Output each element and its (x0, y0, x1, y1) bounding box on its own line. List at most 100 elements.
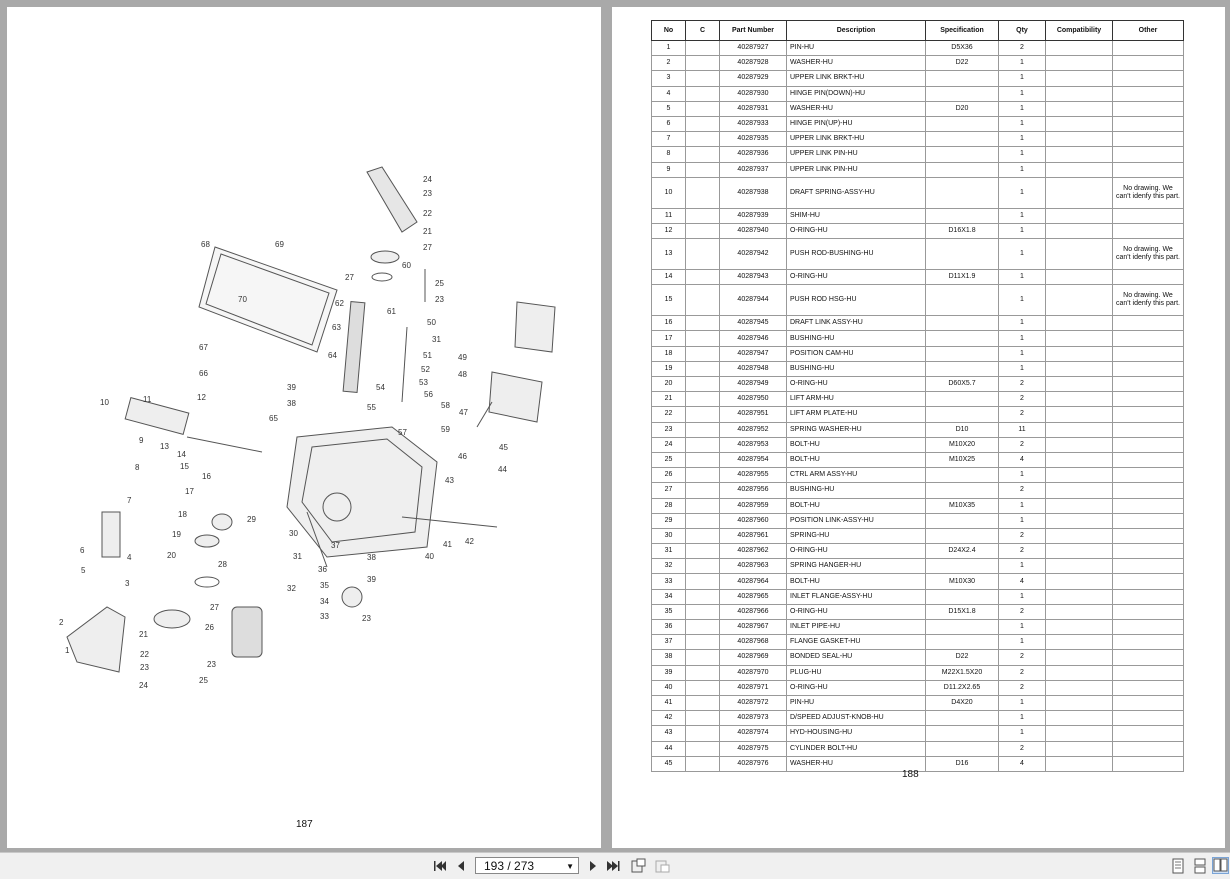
cell-part: 40287933 (719, 115, 787, 133)
cell-no: 12 (651, 222, 686, 240)
cell-other (1112, 100, 1184, 117)
callout-22-top: 22 (423, 209, 432, 218)
cell-compat (1045, 512, 1113, 529)
cell-no: 14 (651, 269, 686, 286)
cell-other (1112, 482, 1184, 499)
cell-desc: BOLT-HU (786, 573, 926, 590)
cell-part: 40287944 (719, 284, 787, 317)
cell-desc: PUSH ROD-BUSHING-HU (786, 238, 926, 271)
cell-desc: SPRING HANGER-HU (786, 558, 926, 575)
cell-part: 40287947 (719, 345, 787, 362)
cell-desc: O-RING-HU (786, 269, 926, 286)
table-row: 18 40287947 POSITION CAM-HU 1 (651, 345, 1184, 362)
cover-plate (198, 246, 338, 353)
left-page-number: 187 (296, 819, 313, 830)
cell-spec: M10X25 (925, 451, 999, 469)
rotate-icon[interactable] (654, 858, 670, 874)
cell-part: 40287927 (719, 39, 787, 57)
cell-compat (1045, 710, 1113, 727)
callout-38-left: 38 (287, 399, 296, 408)
cell-qty: 4 (998, 755, 1046, 772)
cell-desc: POSITION CAM-HU (786, 345, 926, 362)
callout-48: 48 (458, 370, 467, 379)
table-row: 5 40287931 WASHER-HU D20 1 (651, 100, 1184, 117)
callout-68: 68 (201, 240, 210, 249)
cell-spec (925, 588, 999, 605)
table-row: 40 40287971 O-RING-HU D11.2X2.65 2 (651, 679, 1184, 696)
cell-qty: 1 (998, 345, 1046, 362)
cell-other (1112, 146, 1184, 163)
cell-other (1112, 603, 1184, 621)
cell-part: 40287969 (719, 649, 787, 666)
cell-desc: CTRL ARM ASSY-HU (786, 467, 926, 484)
cell-part: 40287965 (719, 588, 787, 605)
cell-other (1112, 406, 1184, 423)
callout-56: 56 (424, 390, 433, 399)
cell-qty: 1 (998, 146, 1046, 163)
valve-block (514, 301, 556, 353)
continuous-view-icon[interactable] (1192, 858, 1208, 874)
callout-39-left: 39 (287, 383, 296, 392)
callout-31-right: 31 (432, 335, 441, 344)
callout-31: 31 (293, 552, 302, 561)
cell-spec: M22X1.5X20 (925, 664, 999, 681)
single-page-view-icon[interactable] (1170, 858, 1186, 874)
cell-spec: D16 (925, 755, 999, 772)
table-row: 41 40287972 PIN-HU D4X20 1 (651, 694, 1184, 712)
callout-70: 70 (238, 295, 247, 304)
cell-part: 40287973 (719, 710, 787, 727)
cell-c (685, 421, 720, 438)
cell-spec: D16X1.8 (925, 222, 999, 240)
callout-28: 28 (218, 560, 227, 569)
table-row: 11 40287939 SHIM-HU 1 (651, 207, 1184, 224)
table-row: 4 40287930 HINGE PIN(DOWN)-HU 1 (651, 85, 1184, 102)
previous-page-icon[interactable] (453, 858, 469, 874)
cell-part: 40287968 (719, 634, 787, 651)
table-row: 38 40287969 BONDED SEAL-HU D22 2 (651, 649, 1184, 666)
cell-spec (925, 161, 999, 178)
two-page-view-icon[interactable] (1212, 857, 1229, 874)
cell-c (685, 176, 720, 209)
next-page-icon[interactable] (585, 858, 601, 874)
cell-c (685, 755, 720, 772)
cell-qty: 1 (998, 176, 1046, 209)
callout-18: 18 (178, 510, 187, 519)
table-row: 13 40287942 PUSH ROD-BUSHING-HU 1 No drawing… (651, 238, 1184, 271)
callout-11: 11 (143, 395, 152, 404)
cell-c (685, 345, 720, 362)
cell-other (1112, 330, 1184, 347)
cell-desc: PLUG-HU (786, 664, 926, 681)
table-row: 3 40287929 UPPER LINK BRKT-HU 1 (651, 70, 1184, 87)
last-page-icon[interactable] (606, 858, 622, 874)
cell-compat (1045, 85, 1113, 102)
cell-no: 18 (651, 345, 686, 362)
cell-qty: 2 (998, 39, 1046, 57)
cell-compat (1045, 618, 1113, 636)
cell-compat (1045, 176, 1113, 209)
cell-spec (925, 115, 999, 133)
cell-desc: SPRING-HU (786, 527, 926, 545)
fit-page-icon[interactable] (630, 858, 646, 874)
cell-no: 23 (651, 421, 686, 438)
cell-other (1112, 207, 1184, 224)
cell-c (685, 512, 720, 529)
callout-27-top: 27 (423, 243, 432, 252)
cell-c (685, 100, 720, 117)
cell-compat (1045, 315, 1113, 332)
cell-spec: M10X35 (925, 497, 999, 514)
cell-part: 40287966 (719, 603, 787, 621)
cell-compat (1045, 679, 1113, 696)
cell-c (685, 406, 720, 423)
cell-desc: PIN-HU (786, 39, 926, 57)
cell-c (685, 467, 720, 484)
cell-qty: 1 (998, 558, 1046, 575)
cell-other (1112, 39, 1184, 57)
col-header-other: Other (1112, 20, 1184, 41)
page-number-select[interactable]: 193 / 273 ▼ (475, 857, 579, 874)
callout-21: 21 (139, 630, 148, 639)
cell-part: 40287943 (719, 269, 787, 286)
first-page-icon[interactable] (431, 858, 447, 874)
cell-other: No drawing. We can't idenfy this part. (1112, 284, 1184, 317)
cell-compat (1045, 55, 1113, 72)
cell-compat (1045, 330, 1113, 347)
